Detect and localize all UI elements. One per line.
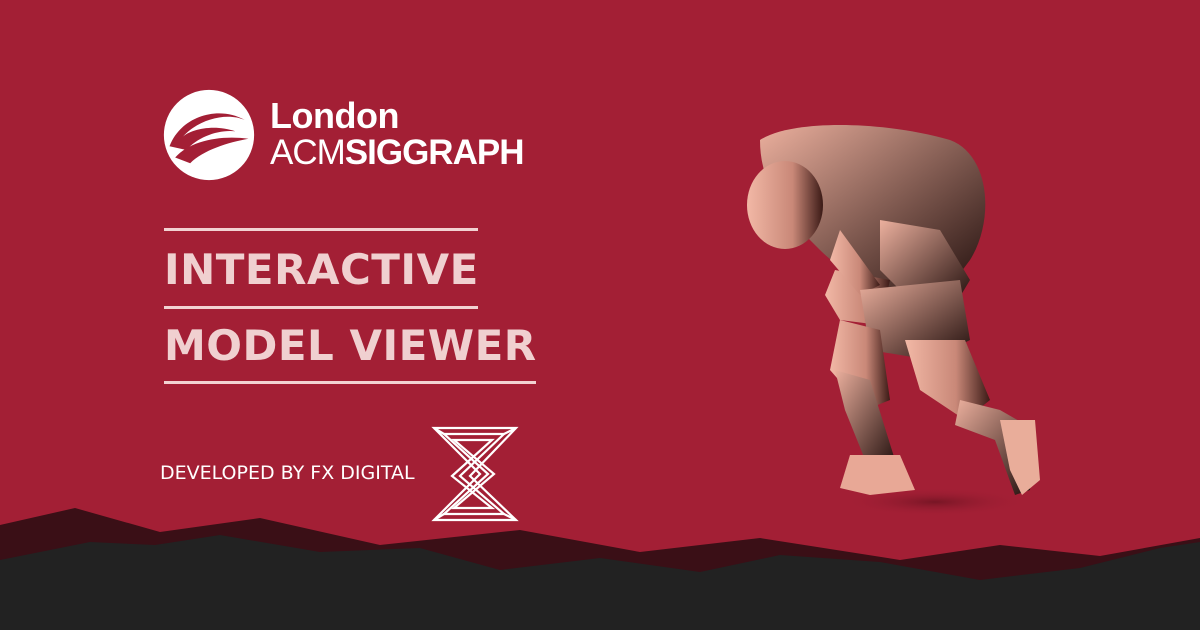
- siggraph-logo-icon: [163, 89, 255, 181]
- logo-org-siggraph: SIGGRAPH: [344, 133, 525, 172]
- title-line-2: MODEL VIEWER: [164, 321, 537, 370]
- logo-org-acm: ACM: [270, 133, 346, 172]
- title-rule-top: [164, 228, 478, 231]
- logo-city: London: [270, 95, 399, 136]
- character-model[interactable]: [730, 110, 1050, 530]
- mountain-silhouette: [0, 508, 1200, 630]
- title-rule-middle: [164, 306, 478, 309]
- developer-credit: DEVELOPED BY FX DIGITAL: [160, 462, 415, 484]
- title-rule-bottom: [164, 381, 536, 384]
- logo-wordmark: London ACMSIGGRAPH: [270, 95, 525, 172]
- title-line-1: INTERACTIVE: [164, 245, 479, 294]
- logo-org: ACMSIGGRAPH: [270, 133, 525, 172]
